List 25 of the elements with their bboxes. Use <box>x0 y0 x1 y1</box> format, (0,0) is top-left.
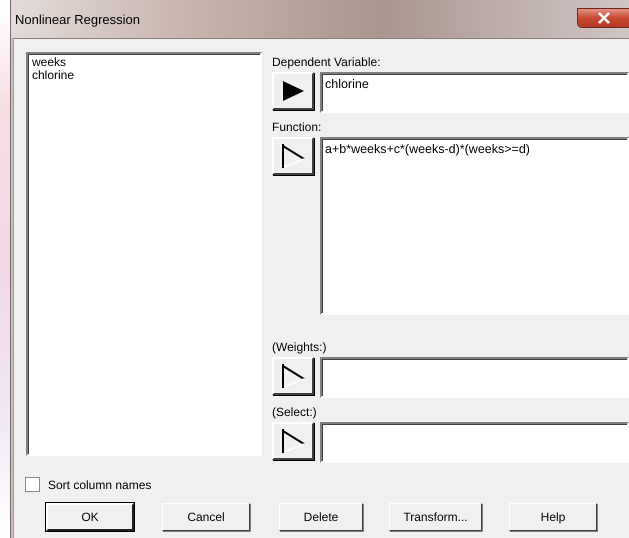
arrow-button[interactable] <box>272 72 314 110</box>
column-item[interactable]: chlorine <box>32 69 256 82</box>
input-field[interactable]: chlorine <box>320 72 629 113</box>
checkbox[interactable] <box>25 477 40 492</box>
field-label: Function: <box>272 120 322 135</box>
dialog-button[interactable]: OK <box>46 503 134 531</box>
arrow-button[interactable] <box>272 422 314 460</box>
dialog-button[interactable]: Delete <box>279 503 363 531</box>
close-button[interactable] <box>577 8 629 28</box>
arrow-button[interactable] <box>272 137 314 175</box>
dialog-button[interactable]: Help <box>509 503 597 531</box>
close-icon <box>596 12 610 24</box>
input-field[interactable] <box>320 357 629 398</box>
window-title: Nonlinear Regression <box>15 12 140 27</box>
column-item[interactable]: weeks <box>32 56 256 69</box>
arrow-button[interactable] <box>272 357 314 395</box>
field-label: (Select:) <box>272 405 318 420</box>
input-field[interactable] <box>320 422 629 463</box>
dialog-button[interactable]: Transform... <box>389 503 482 531</box>
field-label: (Weights:) <box>272 340 328 355</box>
column-list[interactable]: weeks chlorine <box>26 52 262 456</box>
dialog-button[interactable]: Cancel <box>162 503 250 531</box>
field-label: Dependent Variable: <box>272 55 382 70</box>
function-field[interactable]: a+b*weeks+c*(weeks-d)*(weeks>=d) <box>320 137 629 315</box>
checkbox-label: Sort column names <box>48 478 152 492</box>
